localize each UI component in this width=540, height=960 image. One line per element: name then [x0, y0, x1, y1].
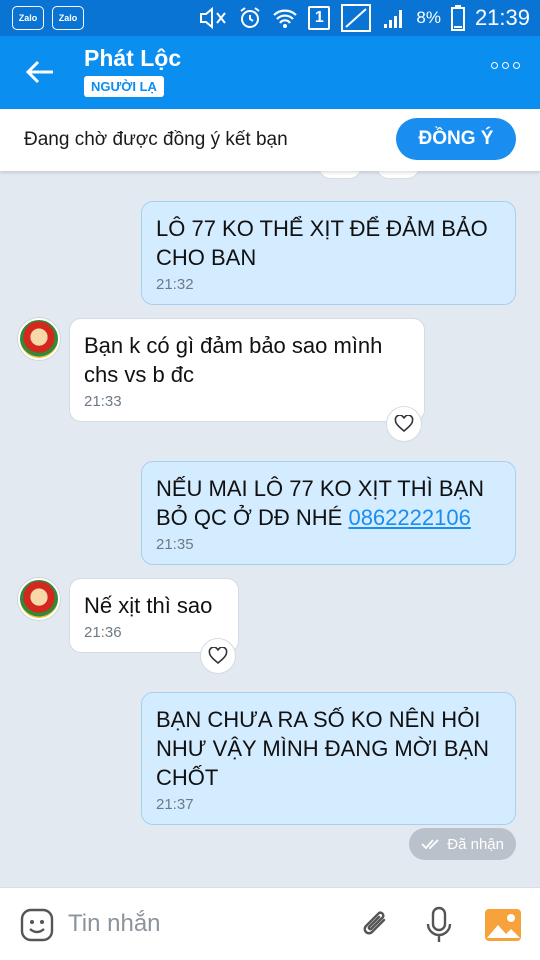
battery-icon — [450, 5, 465, 31]
paperclip-icon — [363, 911, 386, 935]
message-text: NẾU MAI LÔ 77 KO XỊT THÌ BẠN BỎ QC Ở DĐ … — [156, 474, 501, 532]
signal-icon — [382, 6, 406, 30]
status-bar: Zalo Zalo 1 8% 21:39 — [0, 0, 540, 36]
chat-header: Phát Lộc NGƯỜI LẠ — [0, 36, 540, 109]
emoji-button[interactable] — [20, 908, 54, 942]
delivery-status-badge: Đã nhận — [409, 828, 516, 860]
clock: 21:39 — [474, 5, 530, 30]
heart-icon — [208, 647, 228, 665]
previous-reaction-peek — [376, 171, 420, 179]
friend-request-bar: Đang chờ được đồng ý kết bạn ĐỒNG Ý — [0, 109, 540, 171]
message-input[interactable] — [68, 904, 338, 944]
alarm-icon — [238, 6, 262, 30]
message-bubble-sent[interactable]: NẾU MAI LÔ 77 KO XỊT THÌ BẠN BỎ QC Ở DĐ … — [141, 461, 516, 565]
zalo-notification-icon: Zalo — [52, 6, 84, 30]
emoji-icon — [20, 908, 54, 942]
dot-icon — [502, 62, 509, 69]
message-bubble-sent[interactable]: LÔ 77 KO THỂ XỊT ĐỂ ĐẢM BẢO CHO BAN 21:3… — [141, 201, 516, 305]
message-list[interactable]: LÔ 77 KO THỂ XỊT ĐỂ ĐẢM BẢO CHO BAN 21:3… — [0, 171, 540, 887]
message-bubble-sent[interactable]: BẠN CHƯA RA SỐ KO NÊN HỎI NHƯ VẬY MÌNH Đ… — [141, 692, 516, 825]
battery-percent: 8% — [416, 8, 441, 27]
heart-icon — [394, 415, 414, 433]
message-composer — [0, 887, 540, 960]
dot-icon — [513, 62, 520, 69]
message-time: 21:36 — [84, 624, 122, 641]
message-text: LÔ 77 KO THỂ XỊT ĐỂ ĐẢM BẢO CHO BAN — [156, 216, 488, 270]
message-text: BẠN CHƯA RA SỐ KO NÊN HỎI NHƯ VẬY MÌNH Đ… — [156, 707, 490, 790]
system-indicators: 1 8% 21:39 — [198, 0, 530, 36]
friend-request-text: Đang chờ được đồng ý kết bạn — [24, 129, 288, 150]
message-bubble-received[interactable]: Bạn k có gì đảm bảo sao mình chs vs b đc… — [69, 318, 425, 422]
avatar[interactable] — [18, 318, 60, 360]
react-button[interactable] — [200, 638, 236, 674]
previous-reaction-peek — [318, 171, 362, 179]
delivery-status-text: Đã nhận — [447, 835, 504, 853]
avatar[interactable] — [18, 578, 60, 620]
wifi-icon — [272, 7, 298, 29]
more-options-button[interactable] — [491, 62, 520, 69]
back-button[interactable] — [20, 54, 60, 90]
no-signal-icon — [340, 3, 372, 33]
attach-file-button[interactable] — [360, 908, 392, 942]
contact-name[interactable]: Phát Lộc — [84, 45, 181, 72]
voice-message-button[interactable] — [424, 906, 454, 944]
notification-icons: Zalo Zalo — [12, 6, 84, 30]
stranger-badge: NGƯỜI LẠ — [84, 76, 164, 97]
send-image-button[interactable] — [484, 908, 522, 942]
double-check-icon — [421, 839, 439, 850]
message-text: Nế xịt thì sao — [84, 593, 213, 618]
arrow-left-icon — [25, 60, 53, 84]
microphone-icon — [426, 906, 452, 942]
message-time: 21:37 — [156, 796, 194, 813]
phone-link[interactable]: 0862222106 — [348, 505, 470, 530]
message-time: 21:32 — [156, 276, 194, 293]
image-icon — [485, 909, 521, 941]
react-button[interactable] — [386, 406, 422, 442]
message-text: Bạn k có gì đảm bảo sao mình chs vs b đc — [84, 333, 383, 387]
sim-indicator: 1 — [308, 6, 331, 30]
dot-icon — [491, 62, 498, 69]
accept-friend-button[interactable]: ĐỒNG Ý — [396, 118, 516, 160]
message-time: 21:35 — [156, 536, 194, 553]
zalo-notification-icon: Zalo — [12, 6, 44, 30]
mute-icon — [198, 7, 228, 29]
message-time: 21:33 — [84, 393, 122, 410]
